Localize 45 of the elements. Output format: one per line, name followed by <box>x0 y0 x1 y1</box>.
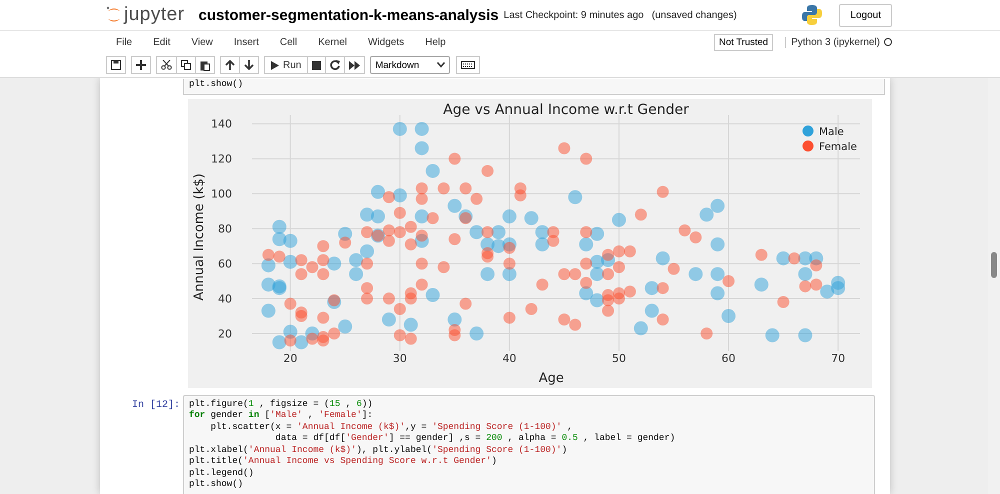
y-tick-label: 140 <box>211 117 232 130</box>
menu-item[interactable]: Cell <box>278 36 308 48</box>
kernel-name[interactable]: Python 3 (ipykernel) <box>785 36 880 48</box>
x-axis-label: Age <box>538 370 564 386</box>
jupyter-logo-text[interactable]: jupyter <box>124 4 185 26</box>
run-button[interactable]: Run <box>264 56 308 74</box>
input-prompt: In [12]: <box>130 398 180 412</box>
y-axis-label: Annual Income (k$) <box>192 172 207 300</box>
menu-item[interactable]: Insert <box>232 36 270 48</box>
menu-item[interactable]: Widgets <box>366 36 416 48</box>
unsaved-status: (unsaved changes) <box>652 10 737 20</box>
x-tick-label: 50 <box>612 352 626 364</box>
code-line: plt.figure(1 , figsize = (15 , 6)) <box>189 398 374 410</box>
y-tick-label: 20 <box>218 327 232 340</box>
menu-item[interactable]: File <box>114 36 144 48</box>
x-tick-label: 60 <box>722 352 736 364</box>
last-checkpoint: Last Checkpoint: 9 minutes ago <box>504 10 644 20</box>
x-tick-label: 40 <box>502 352 516 364</box>
cell-type-dropdown[interactable]: Markdown <box>370 56 450 74</box>
menu-item[interactable]: View <box>189 36 224 48</box>
trust-button[interactable]: Not Trusted <box>714 34 774 50</box>
menu-item[interactable]: Kernel <box>316 36 358 48</box>
x-tick-label: 20 <box>283 352 298 364</box>
y-tick-label: 80 <box>218 222 232 236</box>
code-line: for gender in ['Male' , 'Female']: <box>189 410 374 422</box>
y-tick-label: 120 <box>211 152 232 166</box>
logout-button[interactable]: Logout <box>839 4 892 26</box>
x-tick-label: 30 <box>392 352 407 364</box>
code-line: plt.xlabel('Annual Income (k$)'), plt.ylabel('Spending Score (1-100)') <box>189 444 568 456</box>
x-tick-label: 70 <box>831 352 846 364</box>
code-line: plt.show() <box>189 479 244 490</box>
menu-item[interactable]: Help <box>423 36 457 48</box>
code-line: data = df[df['Gender'] == gender] ,s = 200 , alpha = 0.5 , label = gender) <box>274 433 676 444</box>
y-tick-label: 40 <box>218 292 232 306</box>
code-line: plt.scatter(x = 'Annual Income (k$)',y = 'Spending Score (1-100)' , <box>210 422 574 433</box>
y-tick-label: 60 <box>218 257 232 270</box>
chart-title: Age vs Annual Income w.r.t Gender <box>443 102 689 118</box>
menu-item[interactable]: Edit <box>151 36 182 48</box>
code-line: plt.show() <box>189 79 244 90</box>
legend-label: Male <box>819 126 844 138</box>
y-tick-label: 100 <box>211 187 232 200</box>
legend-label: Female <box>819 140 857 152</box>
code-line: plt.legend() <box>189 468 255 479</box>
code-line: plt.title('Annual Income vs Spending Score w.r.t Gender') <box>189 456 498 468</box>
notebook-name[interactable]: customer-segmentation-k-means-analysis <box>198 6 499 24</box>
